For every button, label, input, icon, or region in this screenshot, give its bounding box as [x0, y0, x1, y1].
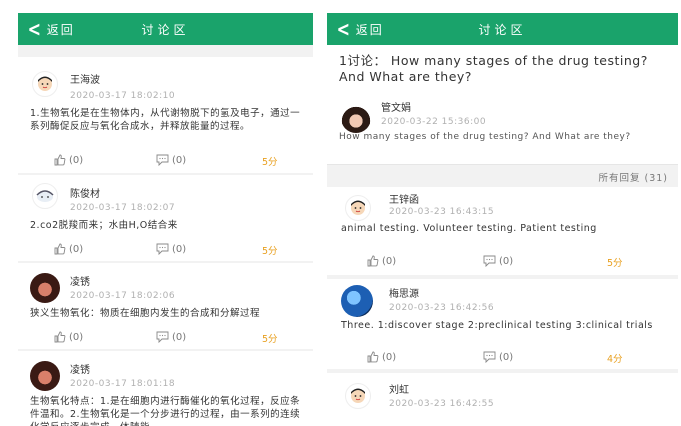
reply-actions: (0) (0) 4分 [327, 351, 678, 367]
reply-author: 王锌函 [389, 195, 419, 206]
post-actions: (0) (0) 5分 [18, 331, 313, 347]
comment-count: (0) [499, 351, 514, 363]
avatar[interactable] [341, 103, 371, 133]
reply-card: 王锌函 2020-03-23 16:43:15 animal testing. … [327, 187, 678, 275]
avatar[interactable] [30, 273, 60, 303]
thumbs-up-icon [54, 331, 66, 343]
like-button[interactable]: (0) [367, 351, 396, 363]
post-time: 2020-03-17 18:02:06 [70, 291, 176, 301]
like-count: (0) [382, 351, 397, 363]
comment-button[interactable]: (0) [483, 255, 513, 267]
all-replies-header[interactable]: 所有回复 (31) [327, 165, 678, 187]
comment-count: (0) [172, 331, 187, 343]
reply-actions: (0) (0) 5分 [327, 255, 678, 271]
post-card: 陈俊材 2020-03-17 18:02:07 2.co2脱羧而来；水由H,O结… [18, 175, 313, 261]
like-count: (0) [69, 243, 84, 255]
comment-icon [156, 154, 169, 166]
reply-author: 刘虹 [389, 385, 409, 396]
thumbs-up-icon [54, 154, 66, 166]
avatar[interactable] [32, 71, 58, 97]
post-card: 凌锈 2020-03-17 18:01:18 生物氧化特点：1.是在细胞内进行酶… [18, 351, 313, 426]
post-author: 陈俊材 [70, 189, 100, 200]
right-page-title: 讨论区 [478, 23, 527, 37]
comment-icon [483, 351, 496, 363]
reply-text: Three. 1:discover stage 2:preclinical te… [341, 320, 653, 331]
avatar[interactable] [341, 285, 373, 317]
reply-time: 2020-03-23 16:42:55 [389, 399, 495, 409]
like-button[interactable]: (0) [54, 331, 83, 343]
question-title: 1讨论： How many stages of the drug testing… [339, 53, 648, 84]
score-badge: 5分 [262, 157, 278, 168]
post-author: 王海波 [70, 75, 100, 86]
reply-card: 刘虹 2020-03-23 16:42:55 [327, 373, 678, 426]
post-time: 2020-03-17 18:02:10 [70, 91, 176, 101]
all-replies-count: 所有回复 (31) [598, 173, 668, 184]
post-author: 凌锈 [70, 277, 90, 288]
right-app-bar: < 返回 讨论区 [327, 13, 678, 45]
comment-icon [156, 331, 169, 343]
avatar[interactable] [345, 383, 371, 409]
comment-count: (0) [499, 255, 514, 267]
like-button[interactable]: (0) [54, 154, 83, 166]
post-text: 1.生物氧化是在生物体内，从代谢物脱下的氢及电子，通过一系列酶促反应与氧化合成水… [30, 108, 301, 132]
comment-button[interactable]: (0) [156, 243, 186, 255]
post-text: 狭义生物氧化：物质在细胞内发生的合成和分解过程 [30, 308, 261, 319]
left-app-bar: < 返回 讨论区 [18, 13, 313, 45]
reply-time: 2020-03-23 16:42:56 [389, 303, 495, 313]
thumbs-up-icon [54, 243, 66, 255]
post-actions: (0) (0) 5分 [18, 243, 313, 259]
avatar[interactable] [30, 361, 60, 391]
left-page-title: 讨论区 [141, 23, 190, 37]
comment-button[interactable]: (0) [156, 331, 186, 343]
left-discussion-screen: < 返回 讨论区 王海波 2020-03-17 18:02:10 1.生物氧化是… [18, 13, 313, 426]
post-time: 2020-03-17 18:01:18 [70, 379, 176, 389]
question-time: 2020-03-22 15:36:00 [381, 117, 487, 127]
like-count: (0) [69, 154, 84, 166]
question-author: 管文娟 [381, 103, 411, 114]
comment-button[interactable]: (0) [156, 154, 186, 166]
question-text: How many stages of the drug testing? And… [339, 132, 631, 142]
post-card: 凌锈 2020-03-17 18:02:06 狭义生物氧化：物质在细胞内发生的合… [18, 263, 313, 349]
post-actions: (0) (0) 5分 [18, 154, 313, 170]
like-count: (0) [382, 255, 397, 267]
like-button[interactable]: (0) [367, 255, 396, 267]
like-button[interactable]: (0) [54, 243, 83, 255]
post-time: 2020-03-17 18:02:07 [70, 203, 176, 213]
reply-time: 2020-03-23 16:43:15 [389, 207, 495, 217]
score-badge: 5分 [262, 246, 278, 257]
thumbs-up-icon [367, 351, 379, 363]
comment-button[interactable]: (0) [483, 351, 513, 363]
post-card: 王海波 2020-03-17 18:02:10 1.生物氧化是在生物体内，从代谢… [18, 57, 313, 173]
like-count: (0) [69, 331, 84, 343]
comment-icon [483, 255, 496, 267]
score-badge: 5分 [262, 334, 278, 345]
avatar[interactable] [345, 195, 371, 221]
post-text: 2.co2脱羧而来；水由H,O结合来 [30, 220, 178, 231]
post-text: 生物氧化特点：1.是在细胞内进行酶催化的氧化过程，反应条件温和。2.生物氧化是一… [30, 396, 301, 426]
question-card: 1讨论： How many stages of the drug testing… [327, 45, 678, 165]
comment-count: (0) [172, 154, 187, 166]
right-discussion-screen: < 返回 讨论区 1讨论： How many stages of the dru… [327, 13, 678, 426]
score-badge: 4分 [607, 354, 623, 365]
reply-author: 梅思源 [389, 289, 419, 300]
thumbs-up-icon [367, 255, 379, 267]
post-author: 凌锈 [70, 365, 90, 376]
reply-text: animal testing. Volunteer testing. Patie… [341, 223, 597, 234]
comment-count: (0) [172, 243, 187, 255]
avatar[interactable] [32, 183, 58, 209]
comment-icon [156, 243, 169, 255]
reply-card: 梅思源 2020-03-23 16:42:56 Three. 1:discove… [327, 279, 678, 369]
score-badge: 5分 [607, 258, 623, 269]
